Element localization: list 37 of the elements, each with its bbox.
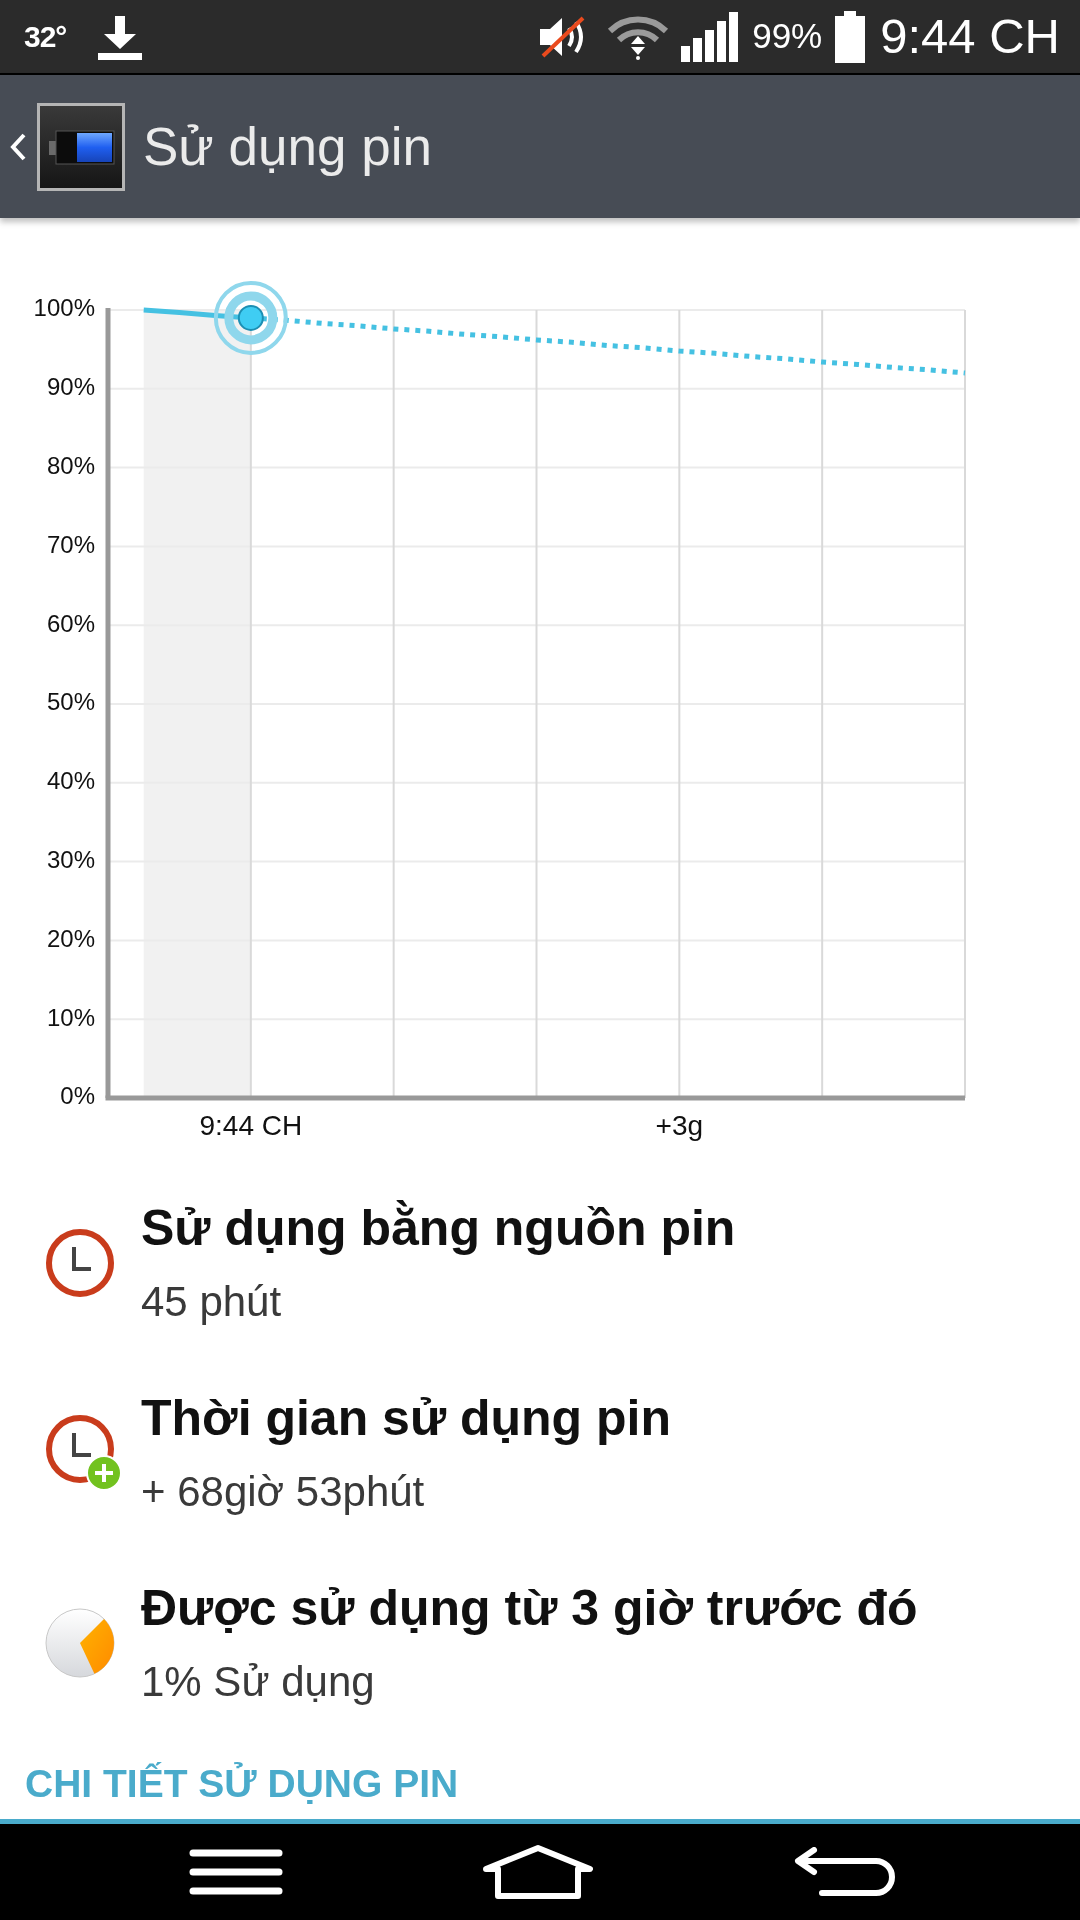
y-tick-label: 30% <box>46 845 95 873</box>
stat-title: Được sử dụng từ 3 giờ trước đó <box>141 1579 918 1637</box>
y-tick-label: 80% <box>46 451 95 479</box>
x-tick-label: +3g <box>655 1110 704 1142</box>
back-nav-button[interactable] <box>792 1847 898 1897</box>
y-tick-label: 60% <box>46 609 95 637</box>
y-tick-label: 50% <box>46 688 95 716</box>
download-icon <box>96 13 145 60</box>
stat-value: + 68giờ 53phút <box>141 1467 426 1517</box>
y-tick-label: 10% <box>46 1003 95 1031</box>
y-tick-label: 20% <box>46 924 95 952</box>
chevron-left-icon <box>9 131 27 162</box>
section-header: CHI TIẾT SỬ DỤNG PIN <box>25 1762 459 1805</box>
battery-app-icon <box>37 102 125 191</box>
x-tick-label: 9:44 CH <box>199 1110 303 1142</box>
current-point-marker-icon <box>213 280 288 355</box>
y-tick-label: 70% <box>46 530 95 558</box>
y-tick-label: 90% <box>46 373 95 401</box>
home-icon <box>481 1844 594 1900</box>
y-tick-label: 100% <box>33 294 95 322</box>
stat-title: Sử dụng bằng nguồn pin <box>141 1199 736 1257</box>
menu-icon <box>189 1849 283 1895</box>
pie-chart-icon <box>44 1607 116 1679</box>
battery-icon <box>833 10 868 63</box>
home-button[interactable] <box>481 1844 594 1900</box>
stat-title: Thời gian sử dụng pin <box>141 1389 672 1447</box>
battery-percent: 99% <box>752 15 823 58</box>
stat-value: 45 phút <box>141 1277 283 1327</box>
page-title: Sử dụng pin <box>143 115 432 178</box>
temperature-reading: 32° <box>24 19 67 55</box>
menu-button[interactable] <box>189 1849 283 1895</box>
clock-icon <box>44 1227 116 1299</box>
clock-time: 9:44 CH <box>880 7 1060 65</box>
y-tick-label: 0% <box>60 1082 95 1110</box>
stat-value: 1% Sử dụng <box>141 1657 376 1707</box>
back-icon <box>792 1847 898 1897</box>
y-tick-label: 40% <box>46 767 95 795</box>
